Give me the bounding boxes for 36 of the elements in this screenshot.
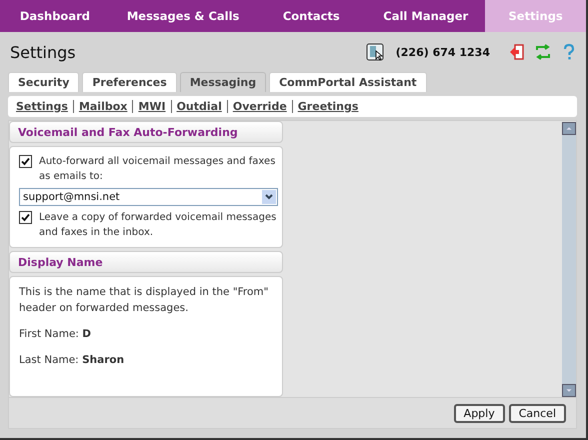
action-button[interactable]: Cancel xyxy=(508,404,566,422)
checkbox[interactable] xyxy=(19,155,32,168)
tab[interactable]: Security xyxy=(8,72,80,92)
tab[interactable]: Messaging xyxy=(180,72,266,92)
subtab-link[interactable]: Mailbox xyxy=(78,100,128,113)
description-text: This is the name that is displayed in the "From" header on forwarded messages. xyxy=(19,285,270,316)
field-label: Last Name: xyxy=(19,354,80,366)
section-header: Voicemail and Fax Auto-Forwarding xyxy=(9,121,283,143)
field-value: D xyxy=(82,328,92,340)
nav-tab[interactable]: Contacts xyxy=(256,0,366,32)
scroll-down-icon[interactable] xyxy=(562,384,576,397)
field-value: Sharon xyxy=(82,354,124,366)
subtab-link[interactable]: MWI xyxy=(138,100,166,113)
subtab-link[interactable]: Override xyxy=(232,100,287,113)
email-dropdown[interactable]: support@mnsi.net xyxy=(19,188,278,206)
caret-icon xyxy=(262,190,276,204)
page-title: Settings xyxy=(10,42,77,62)
subtab-link[interactable]: Greetings xyxy=(298,100,358,113)
nav-tab[interactable]: Messages & Calls xyxy=(110,0,256,32)
checkbox-label: Auto-forward all voicemail messages and faxes as emails to: xyxy=(39,155,276,184)
nav-tab[interactable]: Dashboard xyxy=(0,0,110,32)
checkbox[interactable] xyxy=(19,211,32,224)
logout-icon[interactable] xyxy=(508,43,526,61)
scrollbar[interactable] xyxy=(562,122,576,397)
action-button[interactable]: Apply xyxy=(454,404,505,422)
tab[interactable]: CommPortal Assistant xyxy=(269,72,427,92)
tab[interactable]: Preferences xyxy=(82,72,177,92)
scroll-up-icon[interactable] xyxy=(562,122,576,135)
subtab-link[interactable]: Outdial xyxy=(176,100,222,113)
checkbox-label: Leave a copy of forwarded voicemail messages and faxes in the inbox. xyxy=(39,211,278,240)
subtab-link[interactable]: Settings xyxy=(16,100,68,113)
phone-number: (226) 674 1234 xyxy=(396,46,490,58)
nav-tab[interactable]: Call Manager xyxy=(366,0,486,32)
field-label: First Name: xyxy=(19,328,80,340)
phone-pointer-icon[interactable] xyxy=(366,43,384,61)
section-header: Display Name xyxy=(9,251,283,273)
